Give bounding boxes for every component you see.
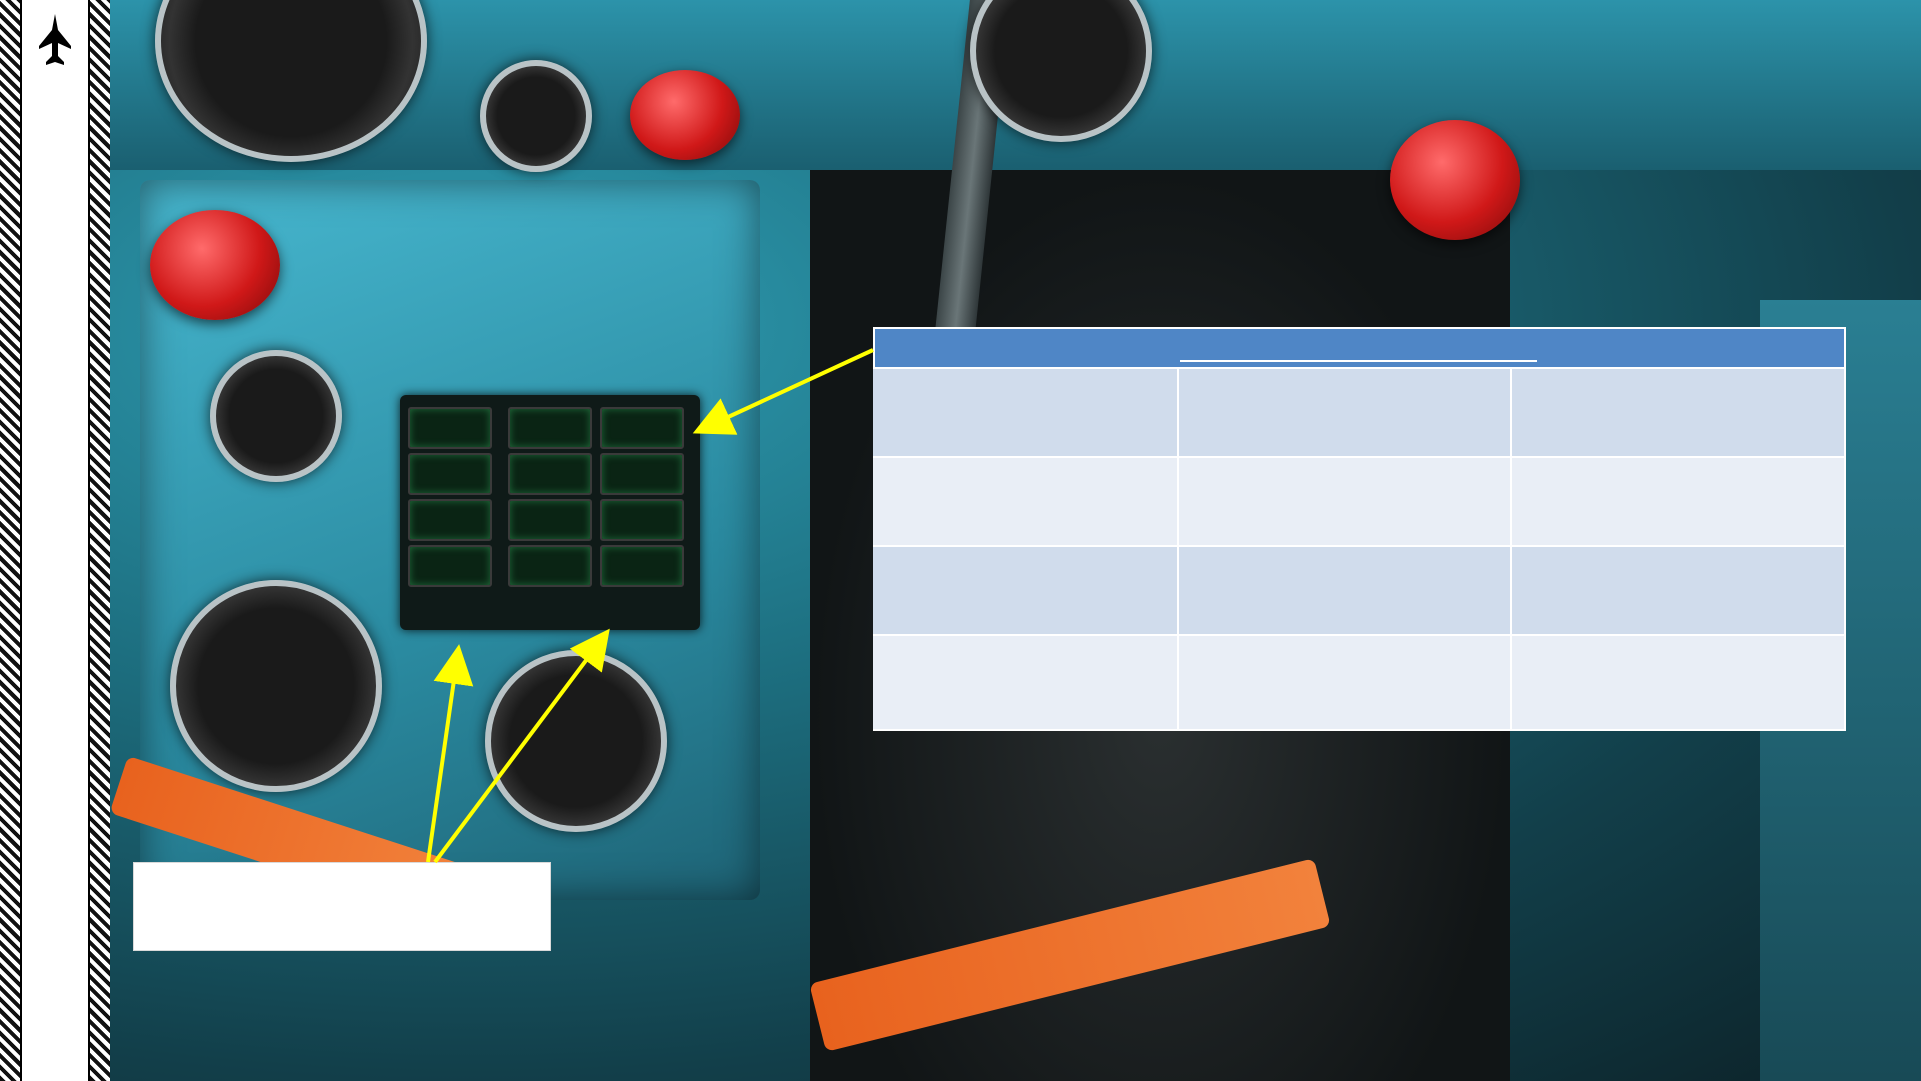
table-cell [873,458,1179,547]
indicator-lamp [600,453,684,495]
table-cell [1179,547,1512,636]
indicator-lamp [508,407,592,449]
small-gauge [480,60,592,172]
table-cell [873,636,1179,731]
indicator-lamp [600,499,684,541]
indicator-lamp [508,499,592,541]
table-cell [873,547,1179,636]
table-cell [1179,636,1512,731]
indicator-lamp [408,453,492,495]
table-row [873,636,1846,731]
meter-gauge [170,580,382,792]
table-cell [1512,458,1846,547]
indicator-lamp [408,499,492,541]
table-header [873,327,1846,369]
table-cell [873,369,1179,458]
table-cell [1179,458,1512,547]
red-knob-top [630,70,740,160]
indicator-lamp [508,545,592,587]
indicator-lamp [408,545,492,587]
sidebar-hatch-left [0,0,22,1081]
table-cell [1512,369,1846,458]
sidebar [0,0,110,1081]
info-table [873,327,1846,731]
slide [0,0,1921,1081]
table-cell [1512,547,1846,636]
indicator-lamp [408,407,492,449]
indicator-lamp [600,545,684,587]
red-knob-left [150,210,280,320]
indicator-lamp [600,407,684,449]
table-row [873,547,1846,636]
table-row [873,458,1846,547]
indicator-lamp [508,453,592,495]
callout-box [133,862,551,951]
table-header-underline [1180,360,1537,362]
stores-indicator-lamps [400,395,700,630]
table-cell [1512,636,1846,731]
table-row [873,369,1846,458]
pressure-gauge [210,350,342,482]
red-knob-right [1390,120,1520,240]
jet-aircraft-icon [39,14,71,65]
sidebar-hatch-right [88,0,110,1081]
table-cell [1179,369,1512,458]
ampere-hour-gauge [485,650,667,832]
